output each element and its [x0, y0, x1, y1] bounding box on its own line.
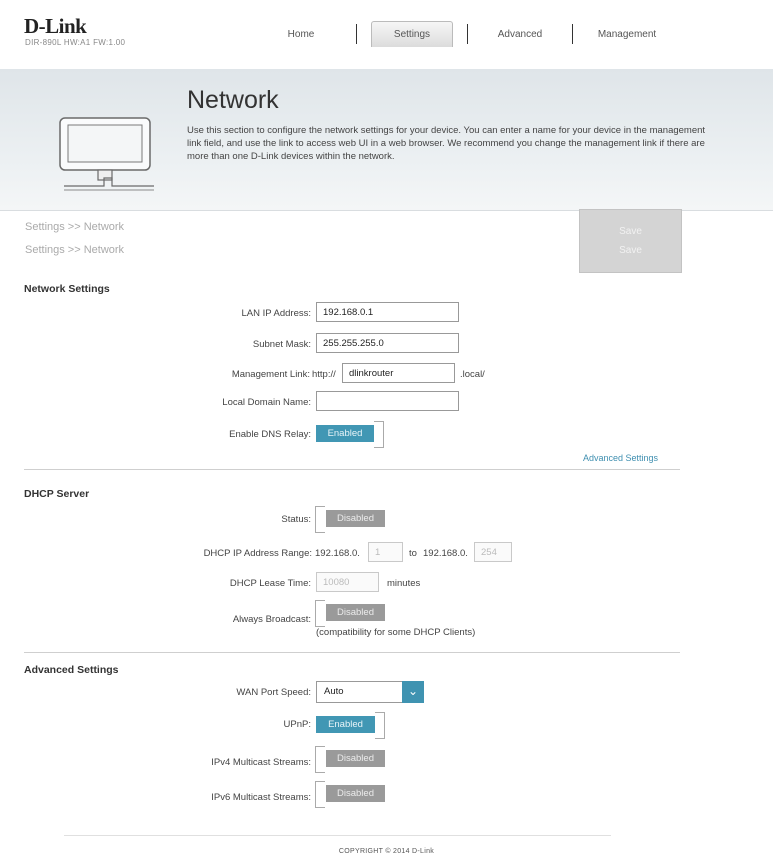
page-title: Network: [187, 86, 279, 114]
wan-port-speed-select[interactable]: Auto ⌄: [316, 681, 424, 703]
nav-settings[interactable]: Settings: [371, 22, 453, 46]
dlink-logo: D-Link: [24, 14, 87, 38]
toggle-handle[interactable]: [315, 781, 325, 808]
wan-port-speed-label: WAN Port Speed:: [236, 687, 311, 698]
footer-copyright: COPYRIGHT © 2014 D-Link: [338, 848, 435, 855]
section-divider: [24, 652, 680, 653]
nav-advanced[interactable]: Advanced: [484, 22, 556, 46]
always-broadcast-label: Always Broadcast:: [232, 614, 311, 625]
section-title-network-settings: Network Settings: [24, 283, 110, 295]
ipv4-multicast-toggle[interactable]: Disabled: [326, 750, 385, 767]
advanced-settings-link[interactable]: Advanced Settings: [583, 453, 658, 463]
ipv4-multicast-label: IPv4 Multicast Streams:: [211, 757, 311, 768]
save-button[interactable]: Save Save: [579, 209, 682, 273]
management-link-label: Management Link:: [231, 369, 310, 380]
nav-separator: [356, 24, 357, 44]
ipv6-multicast-toggle[interactable]: Disabled: [326, 785, 385, 802]
lan-ip-input[interactable]: 192.168.0.1: [316, 302, 459, 322]
dhcp-range-to: to: [409, 548, 417, 559]
dhcp-status-label: Status:: [281, 514, 311, 525]
breadcrumb: Settings >> Network: [25, 244, 125, 256]
wan-port-speed-value: Auto: [324, 686, 344, 697]
breadcrumb: Settings >> Network: [25, 221, 125, 233]
toggle-handle[interactable]: [374, 421, 384, 448]
toggle-handle[interactable]: [315, 506, 325, 533]
model-info: DIR-890L HW:A1 FW:1.00: [25, 38, 126, 47]
dns-relay-toggle[interactable]: Enabled: [316, 425, 374, 442]
management-link-input[interactable]: dlinkrouter: [342, 363, 455, 383]
ipv6-multicast-label: IPv6 Multicast Streams:: [211, 792, 311, 803]
always-broadcast-note: (compatibility for some DHCP Clients): [316, 627, 476, 638]
dhcp-range-end-input[interactable]: 254: [474, 542, 512, 562]
management-link-prefix: http://: [312, 369, 336, 380]
page-description: Use this section to configure the networ…: [187, 125, 706, 162]
nav-separator: [572, 24, 573, 44]
save-label: Save: [619, 245, 642, 256]
section-title-dhcp-server: DHCP Server: [24, 488, 90, 500]
computer-monitor-icon: [59, 117, 154, 191]
local-domain-label: Local Domain Name:: [222, 397, 311, 408]
upnp-label: UPnP:: [283, 719, 311, 730]
local-domain-input[interactable]: [316, 391, 459, 411]
subnet-mask-input[interactable]: 255.255.255.0: [316, 333, 459, 353]
management-link-suffix: .local/: [460, 369, 485, 380]
dhcp-lease-label: DHCP Lease Time:: [229, 578, 311, 589]
toggle-handle[interactable]: [375, 712, 385, 739]
dhcp-lease-input[interactable]: 10080: [316, 572, 379, 592]
footer-divider: [64, 835, 611, 836]
dhcp-range-prefix-start: 192.168.0.: [315, 548, 360, 559]
dhcp-range-start-input[interactable]: 1: [368, 542, 403, 562]
nav-management[interactable]: Management: [584, 22, 670, 46]
dhcp-lease-unit: minutes: [387, 578, 421, 589]
dns-relay-label: Enable DNS Relay:: [229, 429, 311, 440]
toggle-handle[interactable]: [315, 746, 325, 773]
toggle-handle[interactable]: [315, 600, 325, 627]
section-divider: [24, 469, 680, 470]
upnp-toggle[interactable]: Enabled: [316, 716, 375, 733]
nav-home[interactable]: Home: [268, 22, 334, 46]
lan-ip-label: LAN IP Address:: [241, 308, 311, 319]
dhcp-range-prefix-end: 192.168.0.: [423, 548, 468, 559]
always-broadcast-toggle[interactable]: Disabled: [326, 604, 385, 621]
nav-separator: [467, 24, 468, 44]
subnet-mask-label: Subnet Mask:: [252, 339, 311, 350]
save-label: Save: [619, 226, 642, 237]
dhcp-status-toggle[interactable]: Disabled: [326, 510, 385, 527]
chevron-down-icon[interactable]: ⌄: [402, 681, 424, 703]
section-title-advanced-settings: Advanced Settings: [24, 664, 119, 676]
dhcp-range-label: DHCP IP Address Range:: [203, 548, 312, 559]
